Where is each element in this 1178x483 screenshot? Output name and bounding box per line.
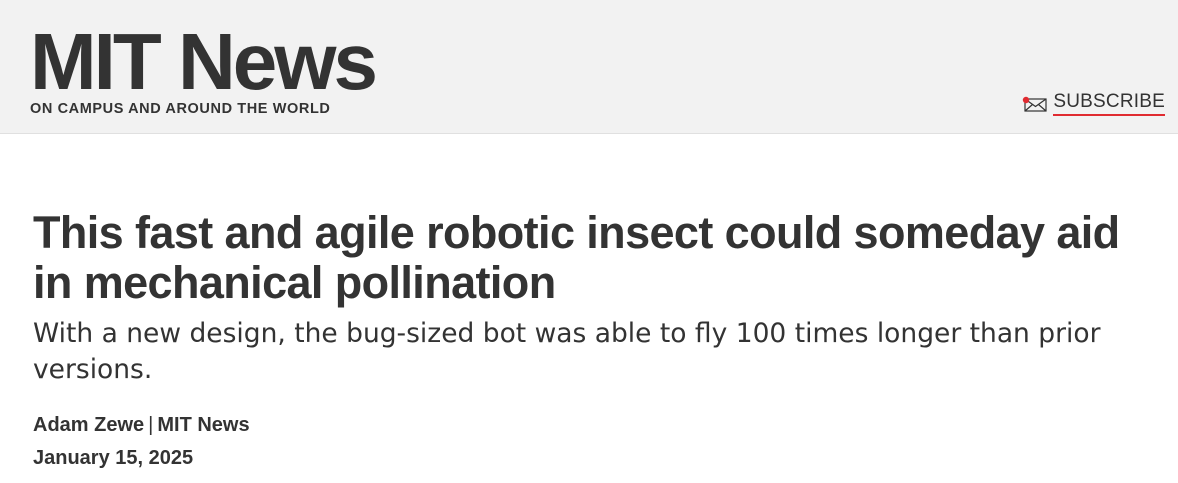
site-header: MIT News ON CAMPUS AND AROUND THE WORLD … [0,0,1178,134]
article-date: January 15, 2025 [33,447,194,469]
subscribe-label: SUBSCRIBE [1053,92,1165,116]
author-link[interactable]: Adam Zewe [33,414,144,436]
source-link[interactable]: MIT News [157,414,249,436]
article-byline: Adam Zewe | MIT News [33,412,1143,438]
article-header: This fast and agile robotic insect could… [33,208,1143,471]
article-dek: With a new design, the bug-sized bot was… [33,318,1101,385]
site-title: MIT News [30,17,378,106]
byline-separator: | [148,414,154,436]
site-logo-link[interactable]: MIT News ON CAMPUS AND AROUND THE WORLD [30,17,378,118]
article-headline: This fast and agile robotic insect could… [33,207,1120,308]
site-tagline: ON CAMPUS AND AROUND THE WORLD [30,101,331,117]
page: MIT News ON CAMPUS AND AROUND THE WORLD … [0,0,1178,483]
subscribe-link[interactable]: SUBSCRIBE [1022,92,1165,116]
mail-icon [1023,96,1047,112]
